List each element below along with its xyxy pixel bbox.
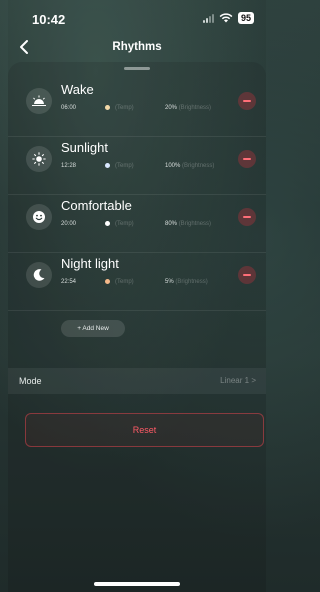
rhythm-time: 06:00 <box>61 105 77 111</box>
rhythm-item-sunlight[interactable]: Sunlight 12:28 (Temp) 100% (Brightness) <box>8 136 266 195</box>
status-time: 10:42 <box>32 12 66 27</box>
brightness-percent: 100% <box>165 163 181 169</box>
color-temp-dot <box>105 105 110 110</box>
remove-button[interactable] <box>238 208 256 226</box>
nav-bar: Rhythms <box>8 36 266 60</box>
brightness-label: (Brightness) <box>182 163 215 169</box>
brightness-label: (Brightness) <box>178 105 212 111</box>
sunrise-icon <box>26 88 52 114</box>
chevron-right-icon: > <box>251 376 256 385</box>
temp-label: (Temp) <box>115 105 134 111</box>
brightness-label: (Brightness) <box>178 221 212 227</box>
brightness-percent: 5% <box>165 279 174 285</box>
rhythm-item-wake[interactable]: Wake 06:00 (Temp) 20% (Brightness) <box>8 78 266 137</box>
battery-icon: 95 <box>237 12 254 24</box>
remove-button[interactable] <box>238 266 256 284</box>
mode-value: Linear 1 > <box>220 376 256 385</box>
color-temp-dot <box>105 221 110 226</box>
remove-button[interactable] <box>238 92 256 110</box>
status-icons: 95 <box>202 12 254 24</box>
minus-icon <box>243 100 251 102</box>
rhythm-time: 12:28 <box>61 163 77 169</box>
rhythm-item-comfortable[interactable]: Comfortable 20:00 (Temp) 80% (Brightness… <box>8 194 266 253</box>
home-indicator[interactable] <box>94 582 180 586</box>
rhythm-sheet: Wake 06:00 (Temp) 20% (Brightness) Sunli… <box>8 62 266 592</box>
rhythm-time: 22:54 <box>61 279 77 285</box>
add-new-button[interactable]: + Add New <box>61 320 125 337</box>
mode-label: Mode <box>19 376 42 386</box>
minus-icon <box>243 216 251 218</box>
moon-icon <box>26 262 52 288</box>
signal-icon <box>202 13 214 23</box>
rhythm-item-night-light[interactable]: Night light 22:54 (Temp) 5% (Brightness) <box>8 252 266 311</box>
mode-row[interactable]: Mode Linear 1 > <box>8 368 266 394</box>
temp-label: (Temp) <box>115 279 134 285</box>
rhythm-name: Night light <box>61 256 119 271</box>
rhythm-time: 20:00 <box>61 221 77 227</box>
brightness-value: 100% (Brightness) <box>165 163 214 169</box>
brightness-percent: 20% <box>165 105 178 111</box>
color-temp-dot <box>105 279 110 284</box>
status-bar: 10:42 95 <box>8 0 266 34</box>
reset-button[interactable]: Reset <box>25 413 264 447</box>
brightness-value: 5% (Brightness) <box>165 279 208 285</box>
brightness-percent: 80% <box>165 221 178 227</box>
brightness-value: 80% (Brightness) <box>165 221 211 227</box>
temp-label: (Temp) <box>115 163 134 169</box>
brightness-label: (Brightness) <box>175 279 208 285</box>
wifi-icon <box>219 13 233 23</box>
rhythm-name: Sunlight <box>61 140 108 155</box>
screen: 10:42 95 Rhythms Wake 06:00 (Temp) 20% (… <box>8 0 266 592</box>
minus-icon <box>243 274 251 276</box>
rhythm-name: Comfortable <box>61 198 132 213</box>
remove-button[interactable] <box>238 150 256 168</box>
temp-label: (Temp) <box>115 221 134 227</box>
color-temp-dot <box>105 163 110 168</box>
sheet-handle[interactable] <box>124 67 150 70</box>
page-title: Rhythms <box>112 41 162 53</box>
add-new-label: + Add New <box>77 325 109 332</box>
mode-value-text: Linear 1 <box>220 376 250 385</box>
smile-icon <box>26 204 52 230</box>
brightness-value: 20% (Brightness) <box>165 105 211 111</box>
minus-icon <box>243 158 251 160</box>
rhythm-name: Wake <box>61 82 94 97</box>
reset-label: Reset <box>132 425 157 435</box>
sun-icon <box>26 146 52 172</box>
